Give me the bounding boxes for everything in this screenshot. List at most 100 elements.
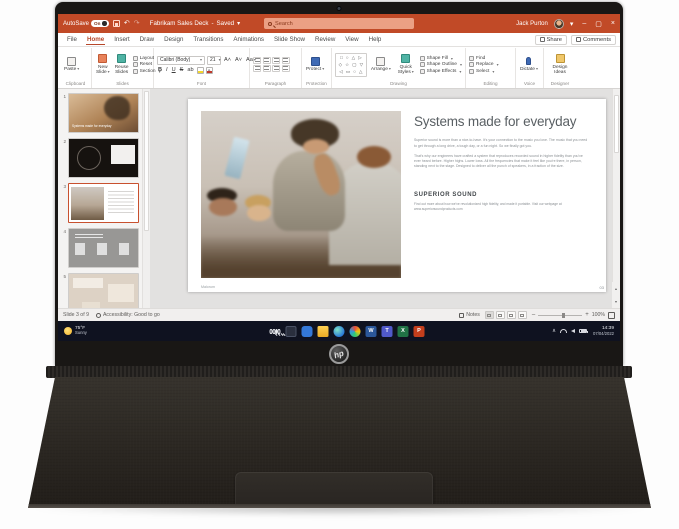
slideshow-button[interactable] <box>517 311 527 319</box>
select-button[interactable]: Select <box>469 68 499 74</box>
indent-increase-button[interactable] <box>281 56 290 64</box>
slide-sorter-view-button[interactable] <box>495 311 505 319</box>
shape-icon[interactable]: ▭ <box>346 69 350 75</box>
zoom-slider[interactable] <box>538 312 583 318</box>
weather-widget[interactable]: 75°F Sunny <box>64 326 87 336</box>
task-view-icon[interactable] <box>285 325 297 337</box>
slide-thumbnail[interactable] <box>68 273 139 308</box>
avatar[interactable] <box>553 18 564 29</box>
quick-styles-button[interactable]: Quick Styles <box>395 54 417 75</box>
next-slide-button[interactable]: ▼ <box>614 300 617 304</box>
document-title[interactable]: Fabrikam Sales Deck - Saved ▾ <box>150 20 241 27</box>
bullets-button[interactable] <box>253 56 261 64</box>
slide-subheading[interactable]: SUPERIOR SOUND <box>414 192 590 198</box>
slide-thumbnail[interactable] <box>68 138 139 178</box>
italic-button[interactable]: I <box>165 67 169 73</box>
minimize-button[interactable]: – <box>582 20 586 27</box>
slide-title[interactable]: Systems made for everyday <box>414 114 590 129</box>
new-slide-button[interactable]: New Slide <box>95 54 111 75</box>
shape-icon[interactable]: ▽ <box>360 62 364 68</box>
reading-view-button[interactable] <box>506 311 516 319</box>
ribbon-tab[interactable]: Insert <box>109 34 134 44</box>
underline-button[interactable]: U <box>171 67 177 73</box>
close-button[interactable]: × <box>611 20 615 27</box>
search-icon[interactable] <box>269 326 281 337</box>
strikethrough-button[interactable]: S <box>179 67 185 73</box>
shape-icon[interactable]: ▢ <box>352 62 356 68</box>
share-button[interactable]: Share <box>534 34 567 45</box>
normal-view-button[interactable] <box>484 311 494 319</box>
battery-icon[interactable] <box>579 328 589 334</box>
word-icon[interactable]: W <box>365 325 377 337</box>
shape-icon[interactable]: △ <box>352 55 356 61</box>
numbering-button[interactable] <box>262 56 271 64</box>
restore-button[interactable]: ▢ <box>595 20 602 28</box>
slide-thumbnail[interactable] <box>68 228 139 268</box>
shape-icon[interactable]: □ <box>340 55 343 61</box>
font-name-select[interactable]: Calibri (Body) <box>157 55 205 65</box>
thumbnail-scrollbar[interactable] <box>143 89 150 308</box>
tray-chevron-icon[interactable]: ∧ <box>552 328 556 334</box>
shapes-gallery[interactable]: □ ○ △ ▷ ◇ ☆ ▢ ▽ ◁ ▭ ○ △ <box>335 52 367 77</box>
ribbon-tab[interactable]: Help <box>364 34 387 44</box>
font-size-select[interactable]: 21 <box>207 55 221 65</box>
wifi-icon[interactable] <box>560 328 568 334</box>
zoom-level[interactable]: 100% <box>592 312 605 318</box>
indent-decrease-button[interactable] <box>272 56 280 64</box>
fit-to-window-icon[interactable] <box>608 311 615 319</box>
powerpoint-icon[interactable]: P <box>413 325 425 337</box>
shape-effects-button[interactable]: Shape Effects <box>419 68 462 74</box>
canvas-scrollbar[interactable] <box>612 89 620 308</box>
ribbon-tab[interactable]: Design <box>159 34 188 44</box>
excel-icon[interactable]: X <box>397 325 409 337</box>
file-explorer-icon[interactable] <box>317 325 329 337</box>
ribbon-tab[interactable]: View <box>340 34 363 44</box>
edge-icon[interactable] <box>333 325 345 337</box>
autosave-toggle[interactable]: AutoSave On <box>63 20 109 27</box>
start-icon[interactable] <box>254 326 265 337</box>
slide-thumbnail[interactable] <box>68 183 139 223</box>
shape-icon[interactable]: ◁ <box>339 69 343 75</box>
teams-icon[interactable]: T <box>381 325 393 337</box>
dictate-button[interactable]: Dictate <box>519 56 539 73</box>
save-icon[interactable] <box>112 20 120 27</box>
shape-fill-button[interactable]: Shape Fill <box>419 55 462 61</box>
align-right-button[interactable] <box>272 65 280 73</box>
reuse-slides-button[interactable]: Reuse Slides <box>114 54 130 75</box>
scrollbar-thumb[interactable] <box>144 91 149 231</box>
user-name[interactable]: Jack Purton <box>516 21 548 27</box>
undo-icon[interactable]: ↶ <box>124 20 130 27</box>
highlight-color-button[interactable] <box>196 66 204 74</box>
zoom-in-button[interactable]: + <box>585 312 589 318</box>
ribbon-tab[interactable]: Slide Show <box>269 34 310 44</box>
notes-button[interactable]: Notes <box>459 312 480 318</box>
protect-button[interactable]: Protect <box>305 56 325 73</box>
ribbon-tab[interactable]: Home <box>82 34 109 44</box>
previous-slide-button[interactable]: ▲ <box>614 287 617 291</box>
shape-icon[interactable]: ◇ <box>339 62 343 68</box>
design-ideas-button[interactable]: Design Ideas <box>547 54 573 75</box>
font-color-button[interactable]: A <box>205 66 213 74</box>
ribbon-options-icon[interactable]: ▾ <box>570 20 574 28</box>
chat-icon[interactable] <box>301 325 313 337</box>
slide-paragraph[interactable]: Superior sound is more than a nice-to-ha… <box>414 138 590 149</box>
replace-button[interactable]: Replace <box>469 62 499 67</box>
slide[interactable]: Systems made for everyday Superior sound… <box>188 99 606 292</box>
grow-font-button[interactable]: A˄ <box>223 57 232 63</box>
ribbon-tab[interactable]: Draw <box>135 34 159 44</box>
shape-icon[interactable]: ○ <box>353 69 356 75</box>
shape-outline-button[interactable]: Shape Outline <box>419 62 462 67</box>
zoom-slider-knob[interactable] <box>562 312 566 318</box>
shrink-font-button[interactable]: A˅ <box>234 57 243 63</box>
bold-button[interactable]: B <box>157 67 163 73</box>
shape-icon[interactable]: △ <box>359 69 363 75</box>
shape-icon[interactable]: ▷ <box>358 55 362 61</box>
find-button[interactable]: Find <box>469 55 499 61</box>
slide-paragraph[interactable]: That's why our engineers have crafted a … <box>414 154 590 170</box>
photos-icon[interactable] <box>349 325 361 337</box>
search-input[interactable]: Search <box>264 18 414 29</box>
char-spacing-button[interactable]: ab <box>186 67 194 73</box>
ribbon-tab[interactable]: Review <box>310 34 340 44</box>
align-left-button[interactable] <box>253 65 261 73</box>
slide-thumbnail[interactable]: Systems made for everyday <box>68 93 139 133</box>
